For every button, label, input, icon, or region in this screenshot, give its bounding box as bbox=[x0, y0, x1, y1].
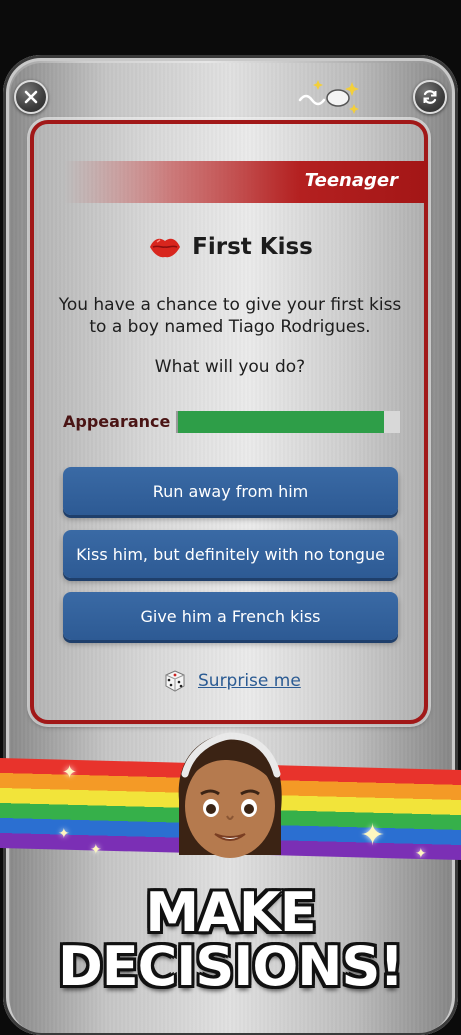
lips-icon bbox=[150, 238, 181, 258]
stat-bar-fill bbox=[178, 411, 385, 433]
refresh-button[interactable] bbox=[413, 80, 447, 114]
category-banner: Teenager bbox=[64, 161, 428, 203]
sparkle-icon: ✦ bbox=[62, 762, 78, 783]
surprise-me-label[interactable]: Surprise me bbox=[198, 671, 301, 691]
event-description: You have a chance to give your first kis… bbox=[58, 295, 402, 337]
surprise-me-link[interactable]: Surprise me bbox=[160, 667, 301, 695]
promo-line-2: DECISIONS! bbox=[57, 935, 404, 998]
sparkle-icon: ✦ bbox=[360, 818, 386, 853]
choice-run-away-button[interactable]: Run away from him bbox=[63, 467, 398, 515]
stat-bar bbox=[176, 411, 400, 433]
close-icon bbox=[24, 90, 38, 104]
dice-icon bbox=[165, 670, 185, 692]
avatar bbox=[178, 732, 282, 858]
promo-line-1: MAKE bbox=[145, 881, 316, 944]
sparkle-icon: ✦ bbox=[58, 826, 70, 842]
sparkle-icon: ✦ bbox=[415, 846, 427, 862]
refresh-icon bbox=[423, 90, 437, 104]
choice-kiss-no-tongue-button[interactable]: Kiss him, but definitely with no tongue bbox=[63, 530, 398, 578]
choice-french-kiss-button[interactable]: Give him a French kiss bbox=[63, 592, 398, 640]
event-question: What will you do? bbox=[154, 357, 306, 377]
sperm-icon bbox=[298, 80, 359, 114]
sparkle-icon: ✦ bbox=[90, 842, 102, 858]
stat-label: Appearance bbox=[63, 412, 171, 431]
event-title: First Kiss bbox=[0, 234, 461, 260]
close-button[interactable] bbox=[14, 80, 48, 114]
promo-headline: MAKE DECISIONS! bbox=[0, 886, 461, 994]
category-label: Teenager bbox=[304, 170, 398, 191]
event-title-text: First Kiss bbox=[192, 234, 313, 260]
